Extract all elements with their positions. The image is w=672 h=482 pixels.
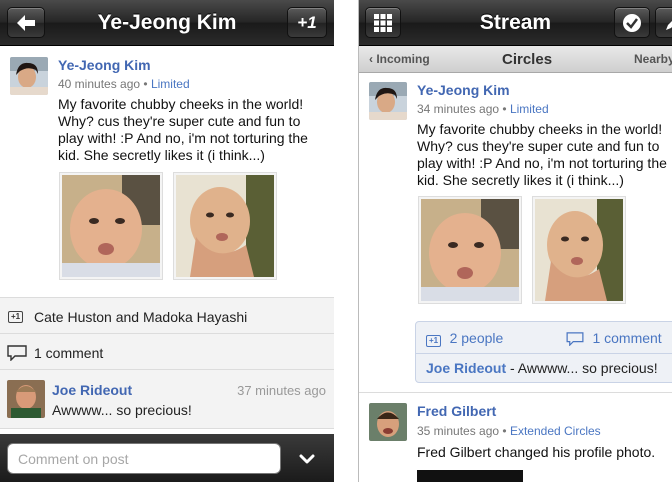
pencil-icon: [666, 20, 672, 30]
speech-bubble-icon: [7, 345, 27, 361]
post-stats: +1 2 people 1 comment Joe Rideout - Awww…: [415, 321, 672, 383]
author-avatar[interactable]: [369, 403, 407, 441]
subnav-circles[interactable]: Circles: [502, 51, 552, 68]
comments-link[interactable]: 1 comment: [566, 330, 662, 348]
plus-one-badge: +1: [426, 335, 442, 347]
post-text: My favorite chubby cheeks in the world! …: [58, 96, 308, 163]
plus-ones-link[interactable]: +1 2 people: [426, 330, 503, 348]
comments-count: 1 comment: [592, 330, 662, 346]
comment-input[interactable]: [7, 443, 281, 474]
comment-item: Joe Rideout 37 minutes ago Awwww... so p…: [0, 369, 334, 429]
post-meta: 34 minutes ago • Limited: [417, 102, 549, 116]
plus-one-badge: +1: [8, 311, 24, 323]
top-bar: Stream: [359, 0, 672, 46]
comment-time: 37 minutes ago: [237, 383, 326, 398]
latest-comment[interactable]: Joe Rideout - Awwww... so precious!: [426, 360, 658, 376]
check-in-button[interactable]: [614, 7, 650, 38]
author-name[interactable]: Ye-Jeong Kim: [417, 82, 510, 98]
speech-bubble-icon: [566, 332, 584, 347]
subnav-incoming[interactable]: ‹ Incoming: [369, 52, 430, 66]
plus-ones-text: Cate Huston and Madoka Hayashi: [34, 309, 248, 325]
compose-button[interactable]: [655, 7, 672, 38]
post-photo-2[interactable]: [532, 196, 626, 304]
post-meta: 40 minutes ago • Limited: [58, 77, 190, 91]
post-photo-2[interactable]: [173, 172, 277, 280]
author-name[interactable]: Ye-Jeong Kim: [58, 57, 151, 73]
latest-comment-text: - Awwww... so precious!: [506, 360, 658, 376]
meta-separator: •: [502, 424, 507, 438]
plus-ones-count: 2 people: [449, 330, 504, 346]
latest-comment-author: Joe Rideout: [426, 360, 507, 376]
commenter-avatar[interactable]: [7, 380, 45, 418]
subnav-nearby[interactable]: Nearby: [634, 52, 672, 66]
comment-bar: [0, 434, 334, 482]
comments-count: 1 comment: [34, 345, 104, 361]
comments-count-row[interactable]: 1 comment: [0, 333, 334, 369]
post-meta: 35 minutes ago • Extended Circles: [417, 424, 601, 438]
comment-text: Awwww... so precious!: [52, 402, 192, 418]
visibility-link[interactable]: Limited: [151, 77, 190, 91]
stream-subnav: ‹ Incoming Circles Nearby: [359, 46, 672, 73]
post-detail-screen: Ye-Jeong Kim +1 Ye-Jeong Kim 40 minutes …: [0, 0, 334, 482]
plus-one-button[interactable]: +1: [287, 7, 327, 38]
stream-screen: Stream ‹ Incoming Circles Nearby Ye-Jeon…: [358, 0, 672, 482]
meta-separator: •: [143, 77, 148, 91]
top-bar: Ye-Jeong Kim +1: [0, 0, 334, 46]
plus-ones-row[interactable]: +1 Cate Huston and Madoka Hayashi: [0, 297, 334, 333]
commenter-name[interactable]: Joe Rideout: [52, 382, 132, 398]
author-avatar[interactable]: [369, 82, 407, 120]
chevron-down-icon: [299, 454, 315, 463]
post-time: 35 minutes ago: [417, 424, 500, 438]
post-photo-1[interactable]: [418, 196, 522, 304]
post-photo-1[interactable]: [59, 172, 163, 280]
author-name[interactable]: Fred Gilbert: [417, 403, 496, 419]
page-title: Ye-Jeong Kim: [97, 11, 237, 34]
profile-photo-preview[interactable]: [417, 470, 523, 482]
post-text: My favorite chubby cheeks in the world! …: [417, 121, 667, 188]
author-avatar[interactable]: [10, 57, 48, 95]
post-text: Fred Gilbert changed his profile photo.: [417, 444, 656, 460]
screen-gap: [334, 0, 358, 482]
post-time: 34 minutes ago: [417, 102, 500, 116]
visibility-link[interactable]: Extended Circles: [510, 424, 601, 438]
collapse-button[interactable]: [287, 443, 327, 474]
meta-separator: •: [502, 102, 507, 116]
checkmark-icon: [623, 13, 641, 32]
visibility-link[interactable]: Limited: [510, 102, 549, 116]
post-time: 40 minutes ago: [58, 77, 141, 91]
subnav-incoming-label: Incoming: [376, 52, 430, 66]
